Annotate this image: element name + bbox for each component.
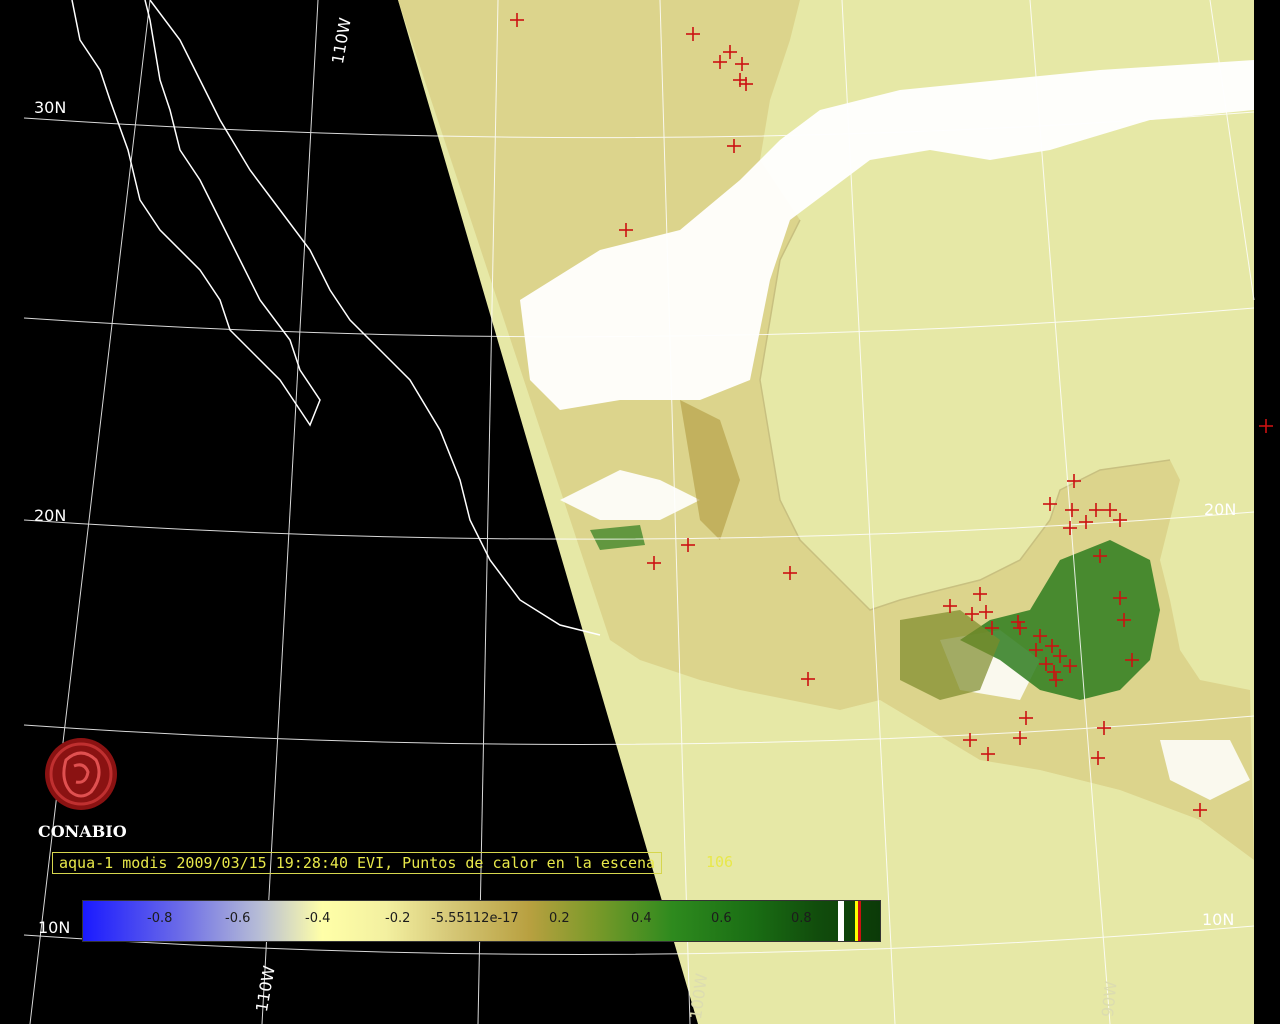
- lat-label-20n-east: 20N: [1204, 500, 1237, 519]
- hotspot-marker-icon: [1259, 419, 1273, 433]
- colorbar-tick: -0.4: [305, 911, 331, 926]
- colorbar-tick: 0.2: [549, 911, 570, 926]
- colorbar-tick: -5.55112e-17: [431, 911, 519, 926]
- colorbar-tick: 0.4: [631, 911, 652, 926]
- colorbar-cloud-swatch: [838, 901, 844, 941]
- conabio-emblem-icon: [45, 738, 117, 810]
- map-view: 30N 20N 20N 10N 10N 110W 110W 100W 90W C…: [0, 0, 1280, 1024]
- colorbar-tick: -0.2: [385, 911, 411, 926]
- colorbar-hotspot-swatch: [858, 901, 861, 941]
- lat-label-10n-west: 10N: [38, 918, 71, 937]
- scene-caption: aqua-1 modis 2009/03/15 19:28:40 EVI, Pu…: [52, 852, 663, 874]
- lat-label-30n: 30N: [34, 98, 67, 117]
- colorbar-tick: -0.6: [225, 911, 251, 926]
- conabio-logo-text: CONABIO: [38, 822, 127, 841]
- colorbar-tick: -0.8: [147, 911, 173, 926]
- lat-label-10n-east: 10N: [1202, 910, 1235, 929]
- lat-label-20n-west: 20N: [34, 506, 67, 525]
- colorbar-tick: 0.8: [791, 911, 812, 926]
- evi-colorbar: -0.8 -0.6 -0.4 -0.2 -5.55112e-17 0.2 0.4…: [82, 900, 881, 942]
- hotspot-count: 106: [706, 853, 734, 871]
- colorbar-tick: 0.6: [711, 911, 732, 926]
- lon-label-90w-bottom: 90W: [1098, 980, 1121, 1018]
